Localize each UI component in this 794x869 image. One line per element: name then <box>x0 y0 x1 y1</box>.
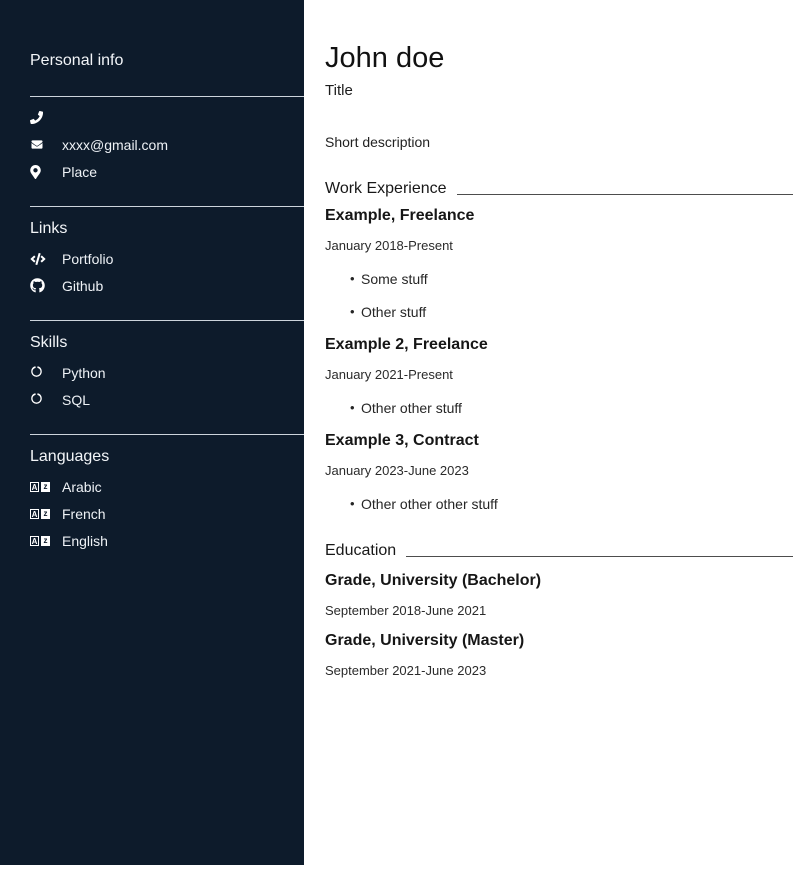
links-list: Portfolio Github <box>30 245 304 299</box>
language-icon: Az <box>30 509 50 519</box>
envelope-icon <box>30 139 50 150</box>
circle-notch-icon <box>30 366 50 379</box>
work-entry-title: Example, Freelance <box>325 207 793 225</box>
sidebar-divider <box>30 320 304 321</box>
work-entry-period: January 2018-Present <box>325 238 793 253</box>
skills-heading: Skills <box>30 334 304 352</box>
language-item: Az English <box>30 527 304 554</box>
language-item: Az French <box>30 500 304 527</box>
github-link-label[interactable]: Github <box>62 278 103 294</box>
sidebar-divider <box>30 434 304 435</box>
skill-item: Python <box>30 359 304 386</box>
skill-label: SQL <box>62 392 90 408</box>
language-label: French <box>62 506 106 522</box>
code-icon <box>30 253 50 265</box>
portfolio-link-label[interactable]: Portfolio <box>62 251 113 267</box>
work-entry-title: Example 2, Freelance <box>325 336 793 354</box>
email-value[interactable]: xxxx@gmail.com <box>62 137 168 153</box>
link-portfolio[interactable]: Portfolio <box>30 245 304 272</box>
work-entry-bullets: Some stuff Other stuff <box>325 271 793 320</box>
language-label: Arabic <box>62 479 102 495</box>
contact-list: xxxx@gmail.com Place <box>30 104 304 185</box>
languages-list: Az Arabic Az French Az English <box>30 473 304 554</box>
bullet-item: Other stuff <box>325 304 793 320</box>
links-heading: Links <box>30 220 304 238</box>
person-name: John doe <box>325 42 793 75</box>
skills-list: Python SQL <box>30 359 304 413</box>
language-label: English <box>62 533 108 549</box>
skill-label: Python <box>62 365 106 381</box>
language-item: Az Arabic <box>30 473 304 500</box>
circle-notch-icon <box>30 393 50 406</box>
language-icon: Az <box>30 482 50 492</box>
work-entry-period: January 2023-June 2023 <box>325 463 793 478</box>
section-rule <box>457 194 793 195</box>
contact-email-row[interactable]: xxxx@gmail.com <box>30 131 304 158</box>
bullet-item: Other other other stuff <box>325 496 793 512</box>
short-description: Short description <box>325 134 793 150</box>
work-entry-bullets: Other other stuff <box>325 400 793 416</box>
language-icon: Az <box>30 536 50 546</box>
education-entry-period: September 2018-June 2021 <box>325 603 793 618</box>
work-experience-header: Work Experience <box>325 180 793 198</box>
work-entry-period: January 2021-Present <box>325 367 793 382</box>
location-pin-icon <box>30 165 50 179</box>
education-entry-period: September 2021-June 2023 <box>325 663 793 678</box>
work-experience-label: Work Experience <box>325 180 447 198</box>
contact-phone-row <box>30 104 304 131</box>
section-rule <box>406 556 793 557</box>
education-entry-title: Grade, University (Master) <box>325 632 793 650</box>
place-value: Place <box>62 164 97 180</box>
languages-heading: Languages <box>30 448 304 466</box>
bullet-item: Some stuff <box>325 271 793 287</box>
work-entry-title: Example 3, Contract <box>325 432 793 450</box>
skill-item: SQL <box>30 386 304 413</box>
person-title: Title <box>325 82 793 99</box>
contact-place-row: Place <box>30 158 304 185</box>
education-entry-title: Grade, University (Bachelor) <box>325 572 793 590</box>
phone-icon <box>30 111 50 124</box>
work-entry-bullets: Other other other stuff <box>325 496 793 512</box>
education-label: Education <box>325 542 396 560</box>
sidebar-divider <box>30 206 304 207</box>
personal-info-heading: Personal info <box>30 52 304 70</box>
sidebar-divider <box>30 96 304 97</box>
education-header: Education <box>325 542 793 560</box>
github-icon <box>30 278 50 293</box>
resume-main: John doe Title Short description Work Ex… <box>304 0 794 869</box>
sidebar: Personal info xxxx@gmail.com Place Links <box>0 0 304 865</box>
link-github[interactable]: Github <box>30 272 304 299</box>
bullet-item: Other other stuff <box>325 400 793 416</box>
